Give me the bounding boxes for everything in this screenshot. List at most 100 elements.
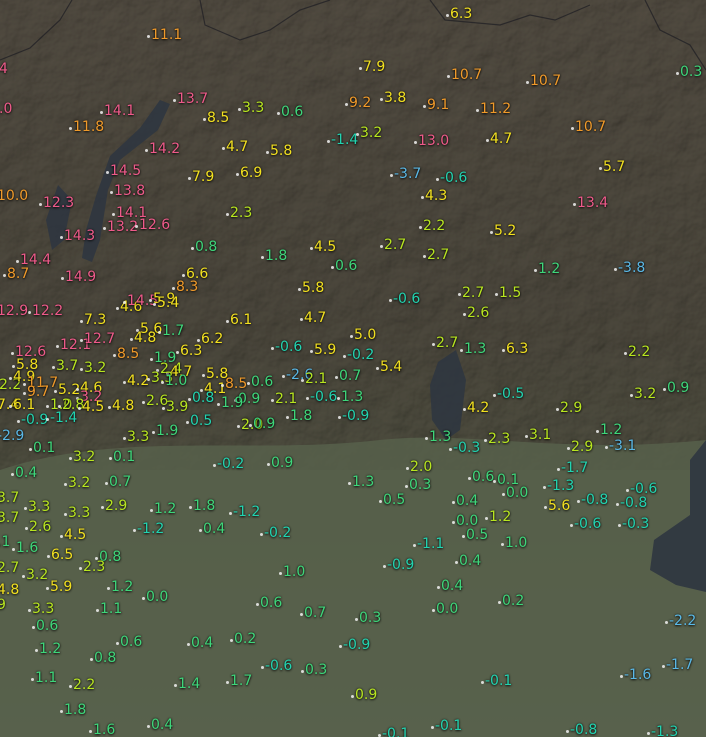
station-dot bbox=[255, 602, 259, 606]
station-dot bbox=[297, 287, 301, 291]
station-temperature-label: 1.8 bbox=[290, 408, 313, 424]
station-temperature-label: 1.8 bbox=[193, 498, 216, 514]
station-dot bbox=[625, 488, 629, 492]
station-temperature-label: 0.5 bbox=[190, 413, 213, 429]
station-temperature-label: 2.0 bbox=[410, 459, 433, 475]
station-dot bbox=[475, 108, 479, 112]
station-dot bbox=[598, 166, 602, 170]
station-temperature-label: 3.2 bbox=[73, 449, 96, 465]
station-dot bbox=[500, 542, 504, 546]
station-temperature-label: 2.1 bbox=[305, 371, 328, 387]
station-temperature-label: .0 bbox=[0, 101, 13, 117]
station-dot bbox=[422, 254, 426, 258]
station-dot bbox=[79, 319, 83, 323]
station-dot bbox=[389, 173, 393, 177]
station-temperature-label: -0.6 bbox=[265, 658, 293, 674]
station-dot bbox=[216, 402, 220, 406]
station-temperature-label: -1.7 bbox=[561, 460, 589, 476]
station-temperature-label: 6.3 bbox=[506, 341, 529, 357]
station-temperature-label: 5.9 bbox=[314, 342, 337, 358]
station-dot bbox=[420, 195, 424, 199]
station-dot bbox=[525, 80, 529, 84]
station-dot bbox=[617, 523, 621, 527]
station-dot bbox=[221, 146, 225, 150]
station-temperature-label: 0.9 bbox=[667, 380, 690, 396]
station-dot bbox=[330, 265, 334, 269]
station-temperature-label: 1.2 bbox=[538, 261, 561, 277]
station-temperature-label: 0.6 bbox=[472, 469, 495, 485]
station-dot bbox=[661, 664, 665, 668]
station-dot bbox=[23, 506, 27, 510]
station-temperature-label: 0.8 bbox=[192, 390, 215, 406]
station-dot bbox=[77, 406, 81, 410]
station-dot bbox=[237, 107, 241, 111]
station-temperature-label: -3.7 bbox=[394, 166, 422, 182]
station-temperature-label: 1.2 bbox=[600, 422, 623, 438]
station-temperature-label: 0.9 bbox=[253, 416, 276, 432]
station-dot bbox=[300, 669, 304, 673]
station-dot bbox=[576, 499, 580, 503]
station-temperature-label: -1.1 bbox=[417, 536, 445, 552]
station-dot bbox=[88, 729, 92, 733]
station-temperature-label: 0.9 bbox=[355, 687, 378, 703]
station-temperature-label: 3.7 bbox=[0, 510, 20, 526]
station-temperature-label: 2.6 bbox=[146, 393, 169, 409]
station-temperature-label: 9 bbox=[0, 597, 6, 613]
station-dot bbox=[228, 511, 232, 515]
station-dot bbox=[334, 375, 338, 379]
station-temperature-label: 0.5 bbox=[383, 492, 406, 508]
station-temperature-label: 0.4 bbox=[441, 578, 464, 594]
station-temperature-label: -0.6 bbox=[310, 389, 338, 405]
station-dot bbox=[309, 246, 313, 250]
station-dot bbox=[51, 365, 55, 369]
station-dot bbox=[181, 273, 185, 277]
station-temperature-label: 0.0 bbox=[436, 601, 459, 617]
station-temperature-label: -1.4 bbox=[331, 132, 359, 148]
station-dot bbox=[122, 380, 126, 384]
station-temperature-label: 4.8 bbox=[0, 582, 20, 598]
station-temperature-label: 11.2 bbox=[480, 101, 512, 117]
station-dot bbox=[462, 407, 466, 411]
station-temperature-label: 3.1 bbox=[529, 427, 552, 443]
station-dot bbox=[68, 126, 72, 130]
station-temperature-label: -0.1 bbox=[382, 726, 410, 737]
station-dot bbox=[55, 344, 59, 348]
station-dot bbox=[57, 404, 61, 408]
station-temperature-label: 13.2 bbox=[107, 219, 139, 235]
station-temperature-label: 7.9 bbox=[363, 59, 386, 75]
station-dot bbox=[157, 330, 161, 334]
station-dot bbox=[338, 644, 342, 648]
station-dot bbox=[108, 456, 112, 460]
station-dot bbox=[225, 212, 229, 216]
station-dot bbox=[675, 71, 679, 75]
station-dot bbox=[149, 357, 153, 361]
station-dot bbox=[615, 502, 619, 506]
station-temperature-label: 0.4 bbox=[151, 717, 174, 733]
station-dot bbox=[160, 380, 164, 384]
station-dot bbox=[79, 338, 83, 342]
station-temperature-label: 0.9 bbox=[271, 455, 294, 471]
station-dot bbox=[68, 456, 72, 460]
station-temperature-label: -0.6 bbox=[574, 516, 602, 532]
station-dot bbox=[350, 694, 354, 698]
temperature-map[interactable]: 6.3 11.1 4 7.9 10.7 10.7 0.3.0 14.1 13.7 3.3 8.5 0.… bbox=[0, 0, 706, 737]
station-temperature-label: 8.7 bbox=[7, 266, 30, 282]
station-dot bbox=[115, 306, 119, 310]
station-temperature-label: -1.4 bbox=[50, 410, 78, 426]
station-dot bbox=[22, 382, 26, 386]
station-temperature-label: .1 bbox=[0, 534, 11, 550]
station-dot bbox=[300, 378, 304, 382]
station-dot bbox=[190, 246, 194, 250]
station-temperature-label: 0.4 bbox=[456, 493, 479, 509]
station-dot bbox=[555, 407, 559, 411]
station-temperature-label: 12.2 bbox=[32, 303, 64, 319]
station-temperature-label: 2.3 bbox=[230, 205, 253, 221]
station-dot bbox=[107, 405, 111, 409]
station-temperature-label: 1.7 bbox=[162, 323, 185, 339]
station-dot bbox=[185, 420, 189, 424]
station-dot bbox=[299, 317, 303, 321]
station-dot bbox=[188, 505, 192, 509]
station-temperature-label: 2.9 bbox=[560, 400, 583, 416]
station-dot bbox=[260, 665, 264, 669]
station-dot bbox=[451, 520, 455, 524]
